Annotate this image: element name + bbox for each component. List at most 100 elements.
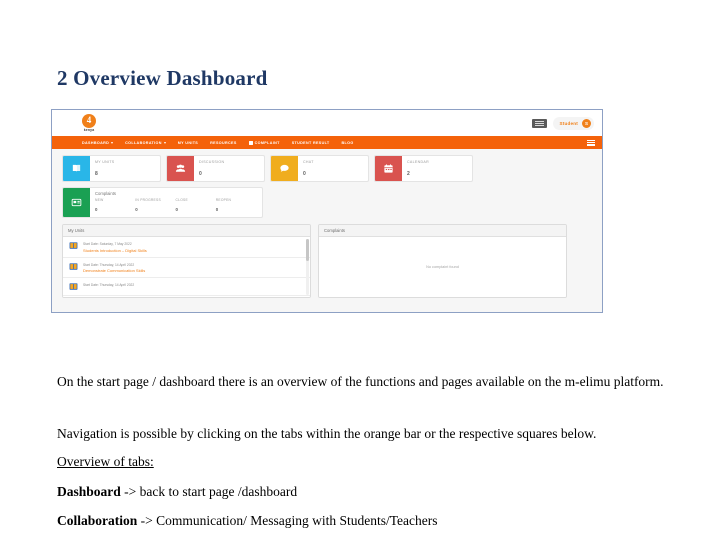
- tab-description-dashboard: Dashboard -> back to start page /dashboa…: [57, 482, 705, 502]
- unit-start-date: Start Date: Thursday, 14 April 2022: [83, 283, 135, 287]
- complaints-summary-columns: NEW 0 IN PROGRESS 0 CLOSE 0 REOPEN 0: [95, 198, 256, 214]
- complaints-panel-title: Complaints: [319, 225, 566, 237]
- nav-item-label: BLOG: [341, 140, 354, 145]
- complaints-summary-title: Complaints: [95, 191, 116, 196]
- overview-of-tabs-label: Overview of tabs:: [57, 454, 154, 469]
- unit-start-date: Start Date: Thursday, 14 April 2022: [83, 262, 135, 267]
- nav-item-label: MY UNITS: [177, 140, 199, 145]
- complaints-summary-body: Complaints NEW 0 IN PROGRESS 0 CLOSE 0 R…: [90, 188, 262, 217]
- nav-item-label: STUDENT RESULT: [291, 140, 330, 145]
- brand-name: kenya: [83, 127, 95, 132]
- complaints-summary-tile[interactable]: Complaints NEW 0 IN PROGRESS 0 CLOSE 0 R…: [62, 187, 263, 218]
- list-item-text: Start Date: Thursday, 14 April 2022 Demo…: [83, 262, 145, 274]
- stat-tile-value: 8: [95, 171, 98, 177]
- my-units-list: Start Date: Saturday, 7 May 2022 Student…: [63, 237, 310, 297]
- user-menu[interactable]: Student S: [552, 116, 594, 130]
- dashboard-app: 4 kenya Student S DASHBOARD COLLABORATIO…: [52, 110, 602, 312]
- stat-tile-body: CALENDAR 2: [402, 156, 472, 181]
- paragraph-intro: On the start page / dashboard there is a…: [57, 374, 664, 389]
- stat-tile-discussion[interactable]: DISCUSSION 0: [166, 155, 265, 182]
- brand-logo[interactable]: 4 kenya: [82, 113, 96, 132]
- stat-tile-body: DISCUSSION 0: [194, 156, 264, 181]
- unit-title-link[interactable]: Demonstrate Communication Skills: [83, 268, 145, 273]
- stat-tiles: MY UNITS 8 DISCUSSION 0 CHAT 0 CALENDAR …: [62, 155, 594, 182]
- users-icon: [167, 156, 194, 181]
- unit-title-link[interactable]: Students Introduction – Digital Skills: [83, 248, 147, 253]
- stat-tile-value: 2: [407, 171, 410, 177]
- complaints-col-reopen: REOPEN 0: [216, 198, 256, 214]
- stat-tile-label: CALENDAR: [407, 160, 429, 164]
- complaints-col-value: 0: [95, 207, 98, 212]
- stat-tile-body: CHAT 0: [298, 156, 368, 181]
- stat-tile-my-units[interactable]: MY UNITS 8: [62, 155, 161, 182]
- book-icon: [63, 156, 90, 181]
- tab-term-dashboard: Dashboard: [57, 484, 121, 499]
- my-units-panel: My Units Start Date: Saturday, 7 May 202…: [62, 224, 311, 298]
- page-title: 2 Overview Dashboard: [57, 66, 268, 90]
- complaints-col-value: 0: [135, 207, 138, 212]
- card-icon: [63, 188, 90, 217]
- stat-tile-calendar[interactable]: CALENDAR 2: [374, 155, 473, 182]
- complaints-col-label: NEW: [95, 198, 104, 202]
- document-page: 2 Overview Dashboard 4 kenya Student S D…: [0, 0, 720, 540]
- embedded-screenshot: 4 kenya Student S DASHBOARD COLLABORATIO…: [51, 109, 603, 313]
- complaints-col-label: REOPEN: [215, 198, 232, 202]
- chevron-down-icon: [111, 141, 114, 144]
- complaints-col-value: 0: [215, 207, 219, 212]
- nav-item-my-units[interactable]: MY UNITS: [178, 141, 198, 145]
- stat-tile-label: MY UNITS: [95, 160, 115, 164]
- complaints-col-new: NEW 0: [95, 198, 135, 214]
- nav-item-complaint[interactable]: COMPLAINT: [248, 140, 280, 145]
- unit-book-icon: [69, 282, 78, 291]
- nav-item-student-result[interactable]: STUDENT RESULT: [292, 141, 330, 145]
- stat-tile-value: 0: [303, 171, 306, 177]
- nav-item-collaboration[interactable]: COLLABORATION: [125, 141, 166, 145]
- nav-item-dashboard[interactable]: DASHBOARD: [82, 141, 114, 145]
- nav-item-blog[interactable]: BLOG: [342, 141, 354, 145]
- my-units-panel-title: My Units: [63, 225, 310, 237]
- tab-description-collaboration: Collaboration -> Communication/ Messagin…: [57, 511, 705, 531]
- unit-book-icon: [69, 241, 78, 250]
- complaints-col-value: 0: [175, 207, 178, 212]
- calendar-icon: [375, 156, 402, 181]
- tab-desc-collaboration: -> Communication/ Messaging with Student…: [137, 513, 438, 528]
- nav-item-label: COMPLAINT: [254, 140, 280, 145]
- stat-tile-label: CHAT: [303, 160, 314, 164]
- list-item[interactable]: Start Date: Thursday, 14 April 2022: [63, 278, 310, 296]
- main-navbar: DASHBOARD COLLABORATION MY UNITS RESOURC…: [52, 136, 602, 149]
- list-item[interactable]: Start Date: Thursday, 14 April 2022 Demo…: [63, 258, 310, 278]
- hamburger-icon[interactable]: [587, 139, 595, 146]
- nav-item-label: RESOURCES: [210, 140, 237, 145]
- complaints-col-label: CLOSE: [175, 198, 188, 202]
- brand-mark-icon: 4: [82, 113, 96, 128]
- header-right-group: Student S: [531, 116, 594, 130]
- stat-tile-value: 0: [199, 171, 202, 177]
- units-scrollbar[interactable]: [306, 239, 309, 295]
- stat-tile-chat[interactable]: CHAT 0: [270, 155, 369, 182]
- unit-start-date: Start Date: Saturday, 7 May 2022: [83, 242, 132, 246]
- nav-item-label: COLLABORATION: [125, 140, 162, 145]
- chevron-down-icon: [163, 141, 166, 144]
- tab-term-collaboration: Collaboration: [57, 513, 138, 528]
- chat-icon: [271, 156, 298, 181]
- dashboard-content: MY UNITS 8 DISCUSSION 0 CHAT 0 CALENDAR …: [52, 149, 602, 312]
- complaint-square-icon: [248, 140, 253, 145]
- complaints-panel: Complaints No complaint found: [318, 224, 567, 298]
- complaints-col-label: IN PROGRESS: [135, 198, 161, 202]
- avatar: S: [582, 118, 591, 128]
- nav-item-resources[interactable]: RESOURCES: [210, 141, 237, 145]
- menu-lines-icon: [534, 120, 544, 126]
- list-item-text: Start Date: Saturday, 7 May 2022 Student…: [83, 241, 147, 253]
- menu-toggle-button[interactable]: [531, 118, 547, 128]
- stat-tile-label: DISCUSSION: [199, 160, 225, 164]
- complaints-col-in-progress: IN PROGRESS 0: [135, 198, 175, 214]
- unit-book-icon: [69, 262, 78, 271]
- units-scrollbar-thumb[interactable]: [306, 239, 309, 261]
- complaints-col-close: CLOSE 0: [176, 198, 216, 214]
- paragraph-navigation: Navigation is possible by clicking on th…: [57, 426, 597, 441]
- list-item[interactable]: Start Date: Saturday, 7 May 2022 Student…: [63, 237, 310, 258]
- tab-desc-dashboard: -> back to start page /dashboard: [120, 484, 298, 499]
- complaints-panel-body: No complaint found: [319, 237, 566, 297]
- dashboard-panels: My Units Start Date: Saturday, 7 May 202…: [62, 224, 594, 298]
- app-header: 4 kenya Student S: [52, 110, 602, 136]
